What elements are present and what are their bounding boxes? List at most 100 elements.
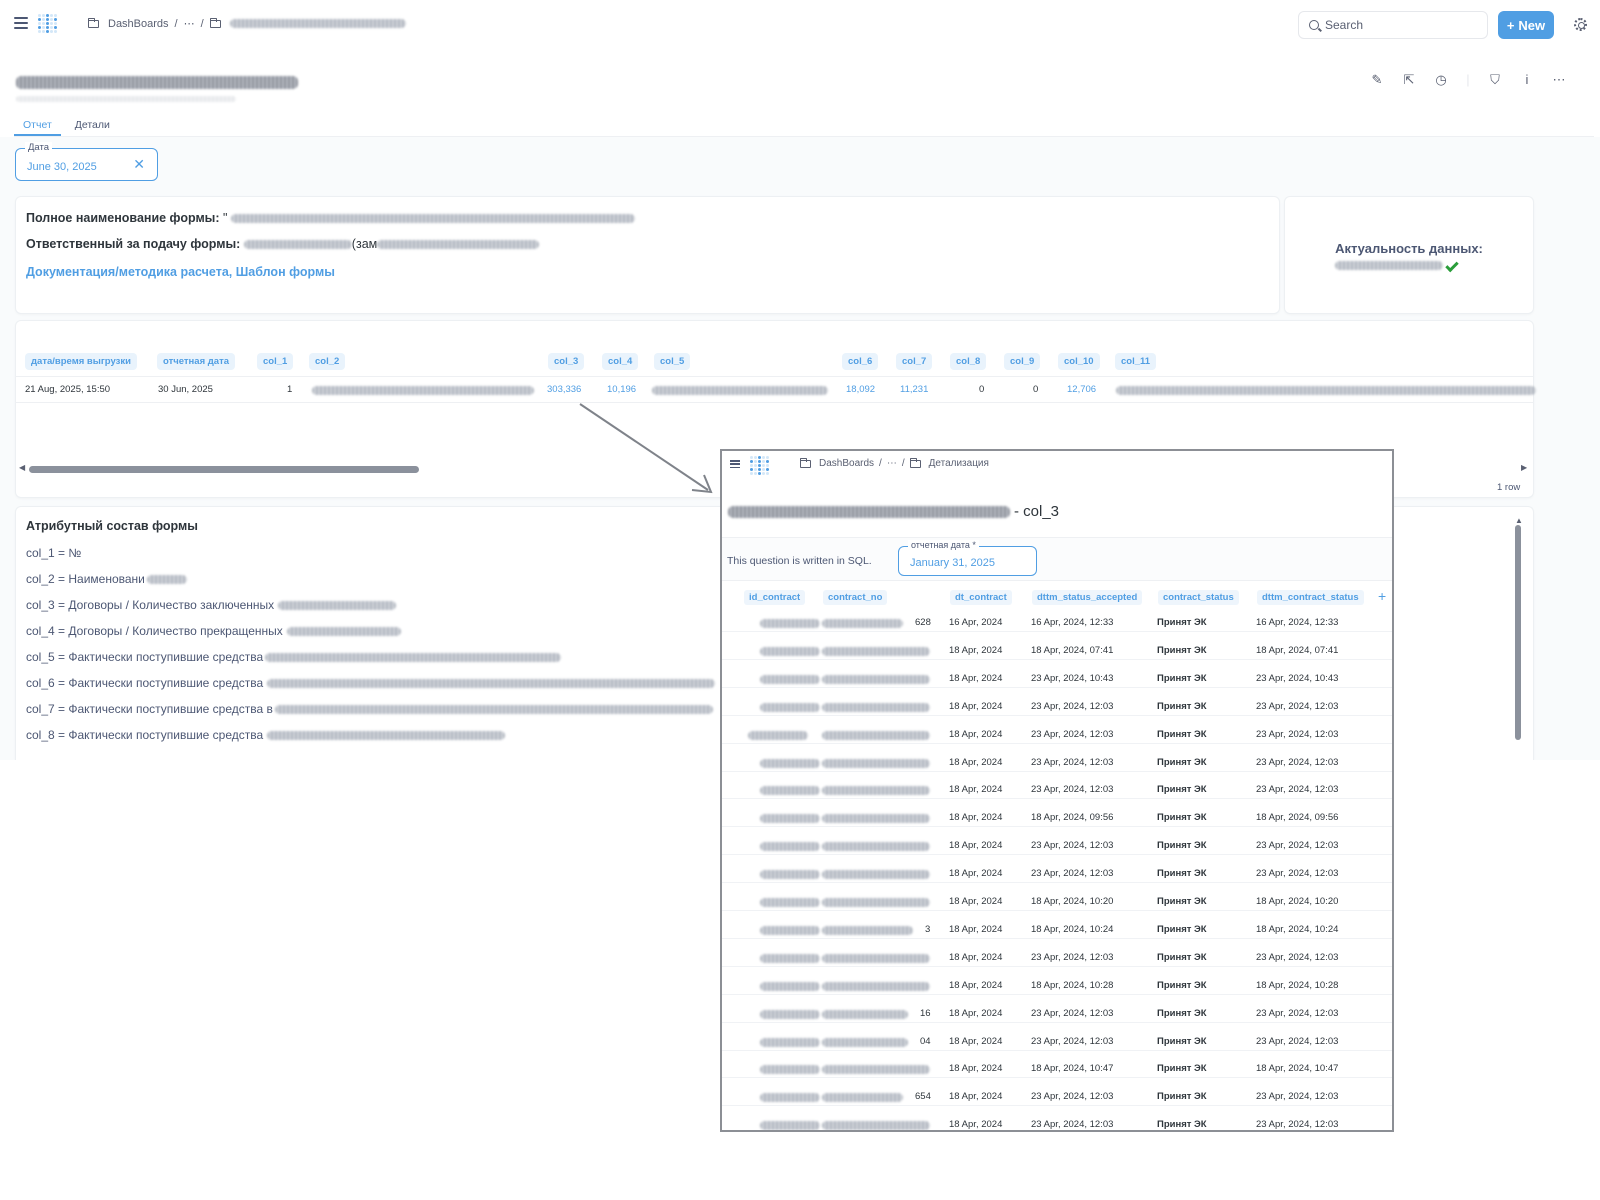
contract-status-dttm-cell: 23 Apr, 2024, 12:03: [1256, 840, 1339, 852]
contract-status-dttm-cell: 18 Apr, 2024, 07:41: [1256, 644, 1339, 656]
report-date-label: отчетная дата *: [908, 540, 979, 550]
contract-status-cell: Принят ЭК: [1157, 896, 1207, 907]
breadcrumb-dashboards[interactable]: DashBoards: [819, 458, 874, 469]
status-accepted-cell: 16 Apr, 2024, 12:33: [1031, 617, 1114, 628]
status-accepted-cell: 23 Apr, 2024, 12:03: [1031, 1119, 1114, 1131]
contract-no-redacted: [822, 898, 930, 907]
id-contract-redacted: [760, 1009, 820, 1019]
breadcrumb-more[interactable]: ⋯: [887, 458, 897, 469]
contract-status-cell: Принят ЭК: [1157, 728, 1207, 740]
contract-status-dttm-cell: 23 Apr, 2024, 12:03: [1256, 951, 1339, 963]
contract-status-dttm-cell: 18 Apr, 2024, 10:47: [1256, 1063, 1339, 1075]
dt-contract-cell: 18 Apr, 2024: [949, 868, 1003, 880]
contract-status-dttm-cell: 23 Apr, 2024, 12:03: [1256, 756, 1339, 768]
contract-no-redacted: [822, 1093, 903, 1103]
status-accepted-cell: 23 Apr, 2024, 12:03: [1031, 1035, 1114, 1047]
breadcrumb-detalization[interactable]: Детализация: [929, 458, 989, 469]
id-contract-redacted: [760, 953, 820, 963]
id-contract-redacted: [760, 646, 820, 656]
folder-icon: [800, 457, 811, 468]
dt-contract-cell: 16 Apr, 2024: [949, 617, 1003, 628]
contract-status-cell: Принят ЭК: [1157, 1007, 1207, 1019]
column-header[interactable]: contract_status: [1158, 590, 1239, 605]
contract-status-dttm-cell: 23 Apr, 2024, 12:03: [1256, 1035, 1339, 1047]
menu-icon[interactable]: [730, 460, 740, 468]
contract-no-redacted: [822, 619, 903, 628]
dt-contract-cell: 18 Apr, 2024: [949, 1091, 1003, 1103]
contract-no-tail: 3: [925, 923, 931, 935]
id-contract-redacted: [760, 1065, 820, 1075]
contract-no-redacted: [822, 646, 930, 656]
id-contract-redacted: [760, 702, 820, 712]
contract-status-cell: Принят ЭК: [1157, 700, 1207, 712]
dt-contract-cell: 18 Apr, 2024: [949, 951, 1003, 963]
status-accepted-cell: 23 Apr, 2024, 12:03: [1031, 1007, 1114, 1019]
status-accepted-cell: 18 Apr, 2024, 10:47: [1031, 1063, 1114, 1075]
dt-contract-cell: 18 Apr, 2024: [949, 700, 1003, 712]
contract-status-dttm-cell: 23 Apr, 2024, 12:03: [1256, 700, 1339, 712]
contract-no-redacted: [822, 814, 930, 824]
dt-contract-cell: 18 Apr, 2024: [949, 756, 1003, 768]
breadcrumb: DashBoards / ⋯ / Детализация: [800, 457, 989, 469]
dt-contract-cell: 18 Apr, 2024: [949, 840, 1003, 852]
arrow-line: [579, 403, 709, 491]
dt-contract-cell: 18 Apr, 2024: [949, 1119, 1003, 1131]
status-accepted-cell: 18 Apr, 2024, 07:41: [1031, 644, 1114, 656]
contract-no-tail: 654: [915, 1091, 931, 1103]
contract-status-dttm-cell: 23 Apr, 2024, 12:03: [1256, 784, 1339, 796]
dt-contract-cell: 18 Apr, 2024: [949, 979, 1003, 991]
report-date-filter[interactable]: отчетная дата * January 31, 2025: [898, 540, 1037, 576]
status-accepted-cell: 23 Apr, 2024, 12:03: [1031, 951, 1114, 963]
contract-no-redacted: [822, 981, 930, 991]
contract-no-tail: 04: [920, 1035, 931, 1047]
status-accepted-cell: 23 Apr, 2024, 12:03: [1031, 840, 1114, 852]
question-title[interactable]: - col_3: [728, 503, 1059, 520]
sql-notice: This question is written in SQL.: [727, 555, 872, 567]
contract-no-redacted: [822, 953, 930, 963]
contract-status-dttm-cell: 23 Apr, 2024, 12:03: [1256, 1007, 1339, 1019]
id-contract-redacted: [748, 730, 808, 740]
contract-no-redacted: [822, 842, 930, 852]
contract-no-redacted: [822, 758, 930, 768]
contract-no-tail: 628: [915, 617, 931, 628]
dt-contract-cell: 18 Apr, 2024: [949, 644, 1003, 656]
status-accepted-cell: 23 Apr, 2024, 12:03: [1031, 756, 1114, 768]
contract-no-redacted: [822, 925, 913, 935]
contract-status-dttm-cell: 23 Apr, 2024, 12:03: [1256, 868, 1339, 880]
contract-status-cell: Принят ЭК: [1157, 644, 1207, 656]
contract-status-dttm-cell: 18 Apr, 2024, 09:56: [1256, 812, 1339, 824]
status-accepted-cell: 18 Apr, 2024, 10:28: [1031, 979, 1114, 991]
metabase-logo-icon[interactable]: [750, 456, 772, 475]
id-contract-redacted: [760, 898, 820, 907]
dt-contract-cell: 18 Apr, 2024: [949, 728, 1003, 740]
contract-status-cell: Принят ЭК: [1157, 756, 1207, 768]
contract-no-redacted: [822, 674, 930, 684]
column-header[interactable]: dttm_status_accepted: [1032, 590, 1143, 605]
contract-status-dttm-cell: 18 Apr, 2024, 10:24: [1256, 923, 1339, 935]
id-contract-redacted: [760, 1121, 820, 1130]
status-accepted-cell: 23 Apr, 2024, 12:03: [1031, 784, 1114, 796]
contract-status-cell: Принят ЭК: [1157, 672, 1207, 684]
contract-status-cell: Принят ЭК: [1157, 840, 1207, 852]
contract-no-redacted: [822, 1037, 908, 1047]
contract-status-dttm-cell: 18 Apr, 2024, 10:20: [1256, 896, 1339, 907]
id-contract-redacted: [760, 786, 820, 796]
contract-no-redacted: [822, 730, 930, 740]
status-accepted-cell: 18 Apr, 2024, 10:20: [1031, 896, 1114, 907]
dt-contract-cell: 18 Apr, 2024: [949, 896, 1003, 907]
contract-no-tail: 16: [920, 1007, 931, 1019]
status-accepted-cell: 23 Apr, 2024, 12:03: [1031, 868, 1114, 880]
column-header[interactable]: dttm_contract_status: [1257, 590, 1364, 605]
id-contract-redacted: [760, 842, 820, 852]
add-column-button[interactable]: +: [1378, 588, 1386, 604]
contract-status-dttm-cell: 16 Apr, 2024, 12:33: [1256, 617, 1339, 628]
contract-status-cell: Принят ЭК: [1157, 1063, 1207, 1075]
contract-status-dttm-cell: 23 Apr, 2024, 12:03: [1256, 1119, 1339, 1131]
column-header[interactable]: contract_no: [823, 590, 888, 605]
column-header[interactable]: dt_contract: [950, 590, 1012, 605]
contract-no-redacted: [822, 870, 930, 880]
id-contract-redacted: [760, 981, 820, 991]
column-header[interactable]: id_contract: [744, 590, 806, 605]
status-accepted-cell: 18 Apr, 2024, 09:56: [1031, 812, 1114, 824]
id-contract-redacted: [760, 870, 820, 880]
